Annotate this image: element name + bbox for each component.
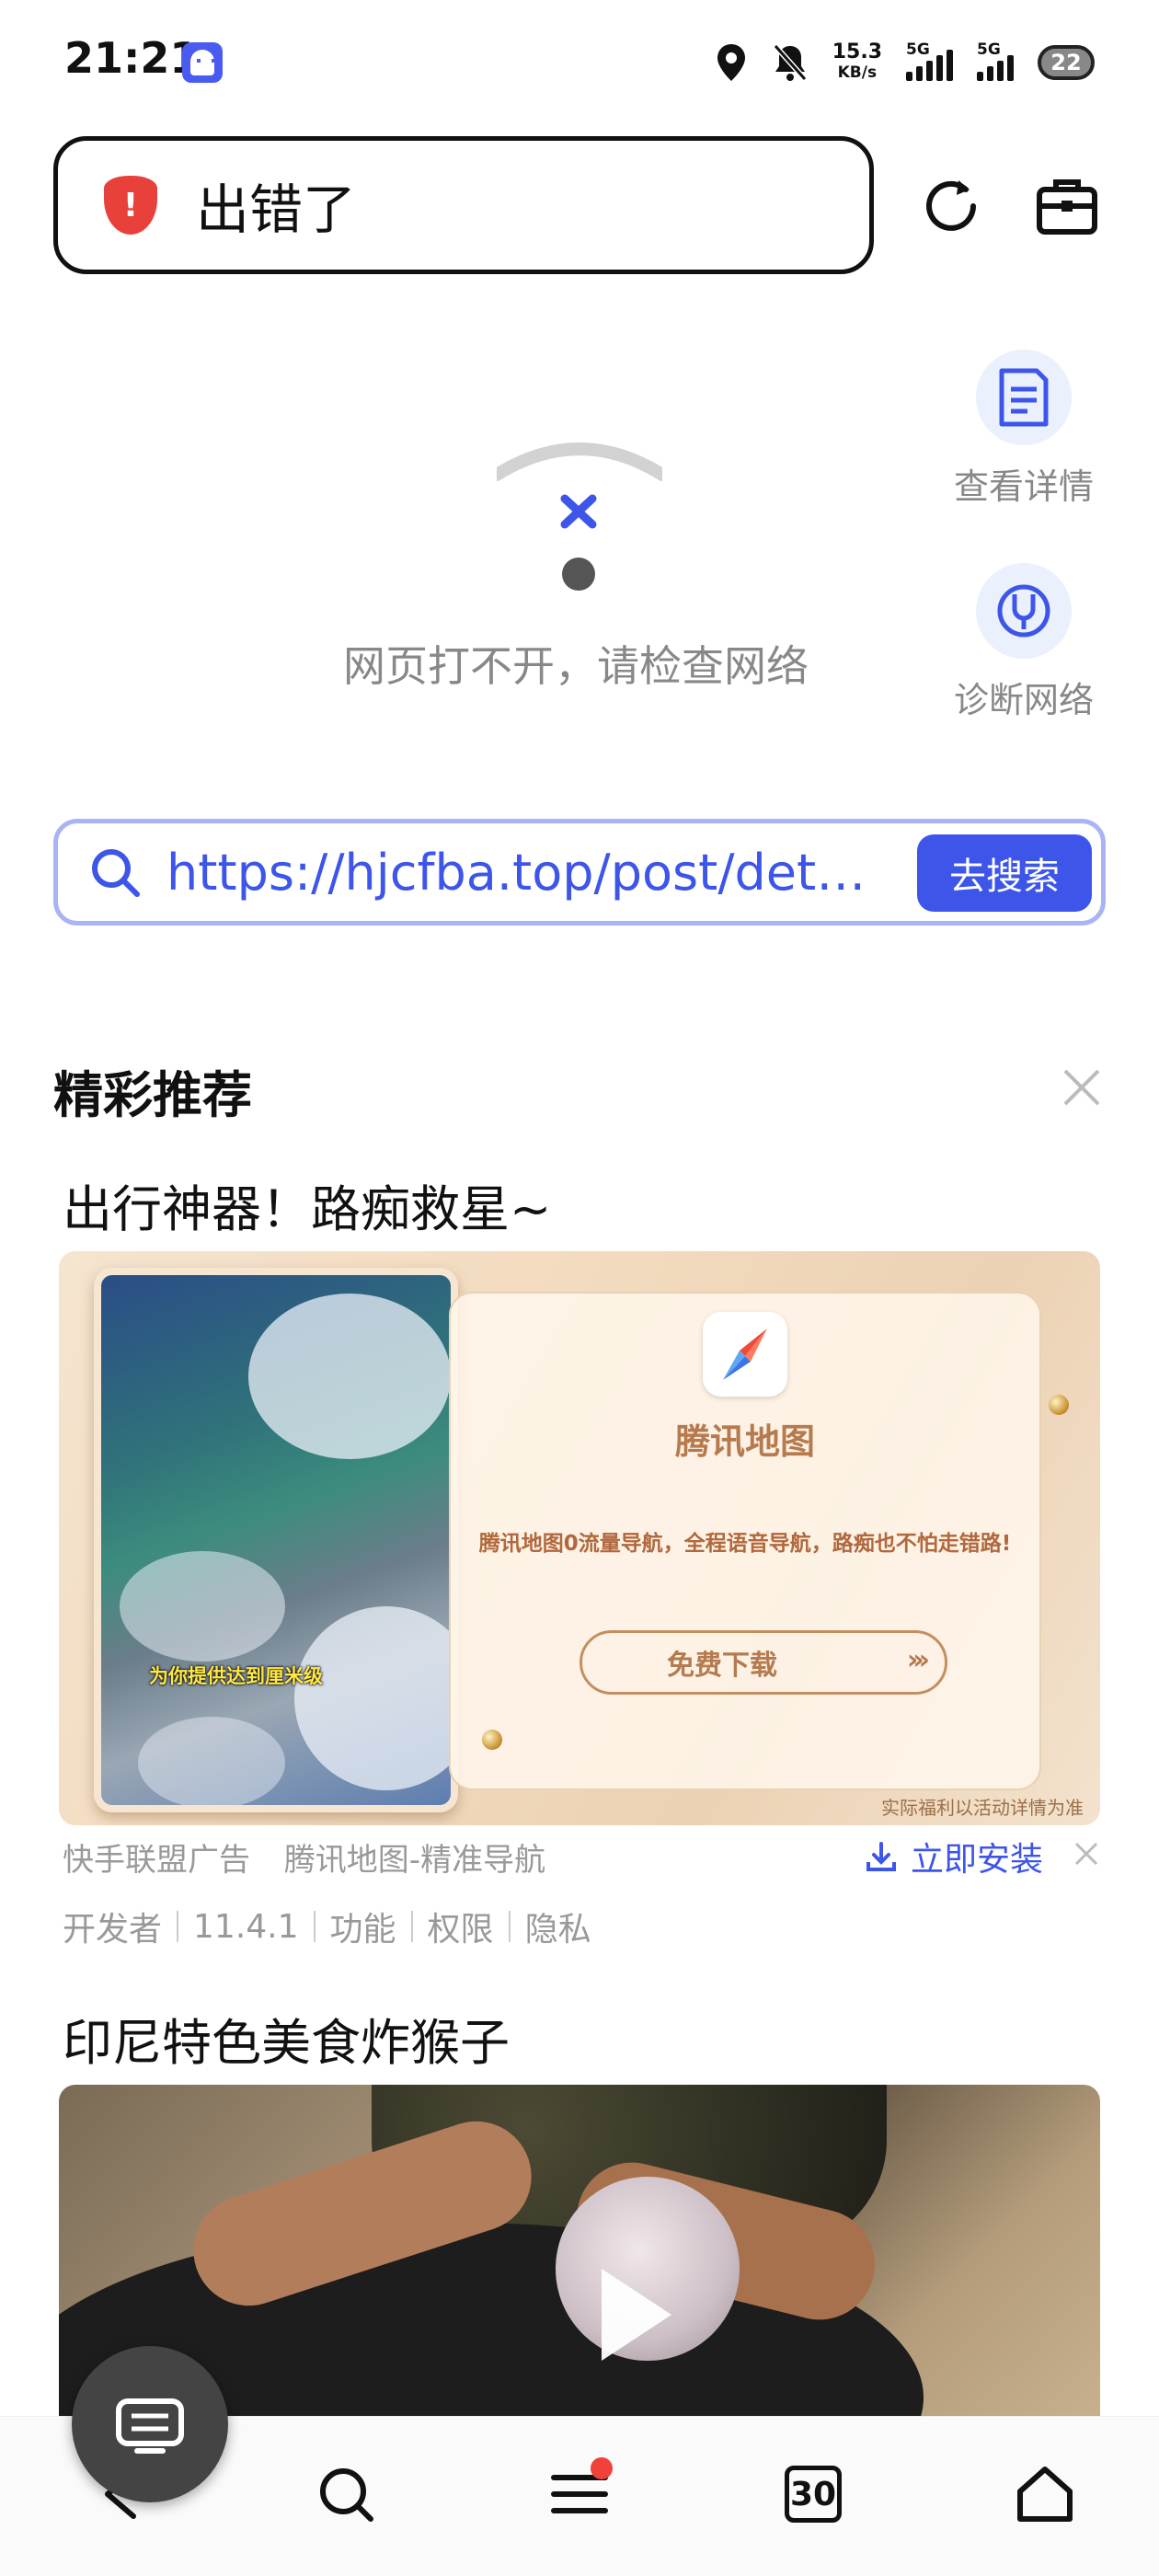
network-speed: 15.3 KB/s xyxy=(832,42,882,83)
stethoscope-icon xyxy=(976,563,1072,659)
search-box[interactable]: https://hjcfba.top/post/detail… 去搜索 xyxy=(53,819,1106,926)
ad-app-name: 腾讯地图-精准导航 xyxy=(283,1842,546,1879)
sim2-label: 5G xyxy=(977,40,1001,59)
features-link[interactable]: 功能 xyxy=(330,1903,396,1950)
status-bar: 21:21 15.3 KB/s 5G 5G 22 xyxy=(0,0,1159,125)
download-icon xyxy=(866,1842,896,1871)
ad-title[interactable]: 出行神器！路痴救星~ xyxy=(63,1168,551,1241)
view-details-label: 查看详情 xyxy=(953,466,1094,507)
ad-source: 快手联盟广告 xyxy=(63,1842,250,1879)
menu-button[interactable] xyxy=(543,2457,616,2531)
video-thumbnail[interactable] xyxy=(59,2085,1100,2416)
ad-banner[interactable]: 为你提供达到厘米级 腾讯地图 腾讯地图0流量导航，全程语音导航，路痴也不怕走错路… xyxy=(59,1251,1100,1825)
floating-window-button[interactable] xyxy=(72,2346,228,2502)
privacy-link[interactable]: 隐私 xyxy=(525,1903,591,1950)
bell-muted-icon xyxy=(773,44,807,81)
banner-caption: 为你提供达到厘米级 xyxy=(149,1665,323,1687)
chevrons-icon: ››› xyxy=(906,1644,930,1676)
play-icon[interactable] xyxy=(602,2269,671,2361)
search-nav-button[interactable] xyxy=(309,2457,383,2531)
app-notification-icon xyxy=(182,42,223,83)
tencent-map-logo-icon xyxy=(703,1312,787,1397)
location-icon xyxy=(717,44,745,81)
version-label: 11.4.1 xyxy=(193,1907,299,1946)
install-label: 立即安装 xyxy=(911,1841,1044,1879)
app-info-row: 开发者 11.4.1 功能 权限 隐私 xyxy=(63,1903,591,1950)
search-input[interactable]: https://hjcfba.top/post/detail… xyxy=(166,844,875,902)
free-download-button[interactable]: 免费下载 ››› xyxy=(580,1630,947,1695)
tabs-button[interactable]: 30 xyxy=(776,2457,850,2531)
signal-sim2-icon: 5G xyxy=(977,40,1014,81)
network-speed-value: 15.3 xyxy=(832,40,882,63)
developer-link[interactable]: 开发者 xyxy=(63,1903,162,1950)
signal-sim1-icon: 5G xyxy=(906,40,953,81)
free-download-label: 免费下载 xyxy=(667,1650,777,1682)
view-details-button[interactable]: 查看详情 xyxy=(936,350,1111,509)
diagnose-network-button[interactable]: 诊断网络 xyxy=(936,563,1111,722)
battery-icon: 22 xyxy=(1038,45,1095,80)
close-icon[interactable] xyxy=(1061,1067,1102,1108)
home-icon xyxy=(1017,2467,1073,2522)
banner-brand: 腾讯地图 xyxy=(674,1421,815,1462)
banner-fine-print: 实际福利以活动详情为准 xyxy=(881,1797,1084,1819)
diagnose-network-label: 诊断网络 xyxy=(953,680,1094,720)
sim1-label: 5G xyxy=(906,40,930,59)
network-speed-unit: KB/s xyxy=(837,63,878,82)
screen-icon xyxy=(116,2398,184,2454)
dismiss-ad-icon[interactable] xyxy=(1073,1840,1100,1868)
video-title[interactable]: 印尼特色美食炸猴子 xyxy=(63,2002,510,2075)
wifi-error-icon xyxy=(497,443,662,591)
satellite-image: 为你提供达到厘米级 xyxy=(94,1268,458,1812)
alert-shield-icon: ! xyxy=(104,176,157,235)
section-title: 精彩推荐 xyxy=(53,1066,252,1124)
document-icon xyxy=(976,350,1072,445)
home-button[interactable] xyxy=(1008,2457,1082,2531)
install-button[interactable]: 立即安装 xyxy=(865,1833,1043,1880)
go-search-button[interactable]: 去搜索 xyxy=(917,834,1092,912)
address-bar[interactable]: ! 出错了 xyxy=(53,136,874,274)
refresh-icon[interactable] xyxy=(918,173,984,239)
search-icon xyxy=(92,849,140,897)
ad-meta-row: 快手联盟广告 腾讯地图-精准导航 立即安装 xyxy=(63,1834,1100,1880)
page-title: 出错了 xyxy=(196,178,357,241)
tabs-count: 30 xyxy=(785,2466,842,2523)
clock: 21:21 xyxy=(64,33,200,83)
permissions-link[interactable]: 权限 xyxy=(428,1903,494,1950)
toolbox-icon[interactable] xyxy=(1034,173,1100,239)
notification-dot xyxy=(591,2457,613,2479)
banner-description: 腾讯地图0流量导航，全程语音导航，路痴也不怕走错路! xyxy=(478,1532,1012,1556)
search-icon xyxy=(320,2468,373,2522)
gold-orb xyxy=(482,1730,502,1750)
gold-orb xyxy=(1049,1395,1069,1415)
